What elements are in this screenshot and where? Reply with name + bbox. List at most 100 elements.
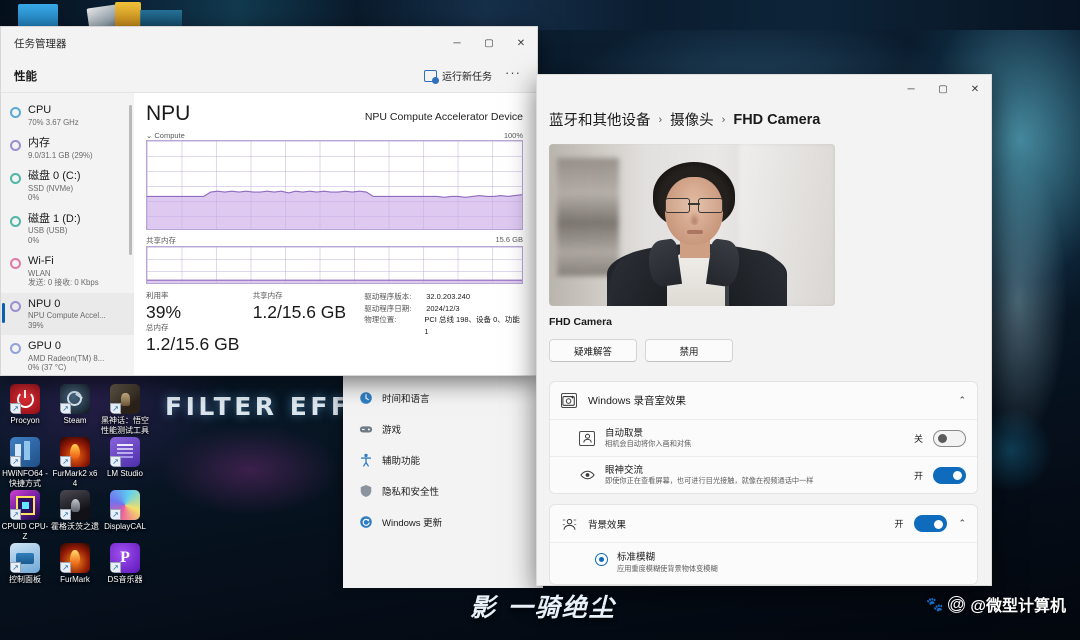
run-new-task-button[interactable]: 运行新任务 xyxy=(417,65,499,86)
sidebar-item-time-language[interactable]: 时间和语言 xyxy=(353,382,543,413)
sidebar-item-privacy-security[interactable]: 隐私和安全性 xyxy=(353,475,543,506)
studio-effects-header[interactable]: Windows 录音室效果 ⌃ xyxy=(550,382,977,419)
eye-contact-desc: 即使你正在查看屏幕，也可进行目光接触，就像在视频通话中一样 xyxy=(605,476,904,486)
sidebar-item-windows-update[interactable]: Windows 更新 xyxy=(353,506,543,537)
desktop-icon-furmark2[interactable]: ↗ FurMark2 x64 xyxy=(50,435,100,488)
sidebar-item-cpu[interactable]: CPU 70% 3.67 GHz xyxy=(1,99,134,132)
shortcut-arrow-icon: ↗ xyxy=(60,562,71,573)
desktop-icon-row: ↗ HWiNFO64 - 快捷方式 ↗ FurMark2 x64 ↗ LM St… xyxy=(0,435,150,488)
desktop-icon-wukong[interactable]: ↗ 黑神话：悟空性能测试工具 xyxy=(100,382,150,435)
eye-contact-toggle[interactable] xyxy=(933,467,966,484)
auto-framing-title: 自动取景 xyxy=(605,428,904,440)
shortcut-arrow-icon: ↗ xyxy=(60,456,71,467)
desktop-icon-procyon[interactable]: ↗ Procyon xyxy=(0,382,50,435)
window-controls: ─ ▢ ✕ xyxy=(895,75,991,103)
breadcrumb-current: FHD Camera xyxy=(733,112,820,128)
troubleshoot-button[interactable]: 疑难解答 xyxy=(549,339,637,362)
sidebar-item-npu-0[interactable]: NPU 0 NPU Compute Accel... 39% xyxy=(1,293,134,336)
task-manager-toolbar: 性能 运行新任务 ··· xyxy=(1,59,537,93)
desktop-icon-lm-studio[interactable]: ↗ LM Studio xyxy=(100,435,150,488)
auto-framing-row[interactable]: 自动取景 相机会自动将你入画和对焦 关 xyxy=(550,419,977,456)
task-manager-titlebar[interactable]: 任务管理器 ─ ▢ ✕ xyxy=(1,27,537,59)
desktop-icon-hwinfo64[interactable]: ↗ HWiNFO64 - 快捷方式 xyxy=(0,435,50,488)
background-effects-toggle[interactable] xyxy=(914,515,947,532)
sidebar-item-wifi[interactable]: Wi-Fi WLAN 发送: 0 接收: 0 Kbps xyxy=(1,250,134,293)
chevron-up-icon[interactable]: ⌃ xyxy=(958,518,966,529)
watermark-right: 🐾 @ @微型计算机 xyxy=(926,592,1066,616)
shortcut-arrow-icon: ↗ xyxy=(110,456,121,467)
desktop-icon-steam[interactable]: ↗ Steam xyxy=(50,382,100,435)
sidebar-item-memory[interactable]: 内存 9.0/31.1 GB (29%) xyxy=(1,132,134,165)
close-button[interactable]: ✕ xyxy=(959,75,991,103)
settings-titlebar[interactable]: ─ ▢ ✕ xyxy=(537,75,991,103)
close-button[interactable]: ✕ xyxy=(505,27,537,59)
background-effects-header[interactable]: 背景效果 开 ⌃ xyxy=(550,505,977,542)
standard-blur-radio[interactable] xyxy=(595,553,608,566)
settings-content: FHD Camera 疑难解答 禁用 Windows 录音室效果 ⌃ 自动取景 … xyxy=(537,144,991,585)
sidebar-item-label: 磁盘 1 (D:) xyxy=(28,213,81,227)
desktop-icon-control-panel[interactable]: ↗ 控制面板 xyxy=(0,541,50,585)
sidebar-item-sub: 70% 3.67 GHz xyxy=(28,118,79,128)
shared-memory-area-series xyxy=(147,247,522,283)
maximize-button[interactable]: ▢ xyxy=(473,27,505,59)
at-sign-icon: @ xyxy=(948,596,965,613)
sidebar-item-label: 内存 xyxy=(28,137,93,151)
desktop-icon-displaycal[interactable]: ↗ DisplayCAL xyxy=(100,488,150,541)
stat-utilization: 利用率 39% 总内存 1.2/15.6 GB xyxy=(146,291,253,355)
desktop-icon-ds-music[interactable]: ↗ DS音乐器 xyxy=(100,541,150,585)
desktop-icon-label: Procyon xyxy=(0,416,50,426)
sidebar-scrollbar[interactable] xyxy=(129,105,132,255)
physical-location-row: 物理位置: PCI 总线 198、设备 0、功能 1 xyxy=(364,314,523,337)
breadcrumb-cameras[interactable]: 摄像头 xyxy=(670,109,714,130)
standard-blur-option[interactable]: 标准模糊 应用重度模糊使背景物体变模糊 xyxy=(550,542,977,584)
tab-performance[interactable]: 性能 xyxy=(11,68,417,84)
breadcrumb-separator-icon: › xyxy=(722,114,726,126)
furmark2-icon: ↗ xyxy=(60,437,90,467)
sidebar-item-label: CPU xyxy=(28,104,79,118)
disk-indicator-icon xyxy=(10,173,21,184)
driver-date-row: 驱动程序日期: 2024/12/3 xyxy=(364,303,523,315)
sidebar-item-label: 隐私和安全性 xyxy=(382,484,439,498)
person-glasses xyxy=(665,198,723,211)
auto-framing-state: 关 xyxy=(914,432,923,445)
sidebar-item-disk-1[interactable]: 磁盘 1 (D:) USB (USB) 0% xyxy=(1,208,134,251)
person-nose xyxy=(689,212,700,225)
breadcrumb-bluetooth-devices[interactable]: 蓝牙和其他设备 xyxy=(549,109,651,130)
sidebar-item-sub2: 0% xyxy=(28,236,81,246)
driver-date-label: 驱动程序日期: xyxy=(364,303,426,315)
ds-music-icon: ↗ xyxy=(110,543,140,573)
shared-memory-value: 1.2/15.6 GB xyxy=(253,301,365,323)
desktop-icon-label: 控制面板 xyxy=(0,575,50,585)
desktop-icon-label: DS音乐器 xyxy=(100,575,150,585)
eye-contact-row[interactable]: 眼神交流 即使你正在查看屏幕，也可进行目光接触，就像在视频通话中一样 开 xyxy=(550,456,977,493)
sidebar-item-gaming[interactable]: 游戏 xyxy=(353,413,543,444)
breadcrumb-separator-icon: › xyxy=(659,114,663,126)
maximize-button[interactable]: ▢ xyxy=(927,75,959,103)
desktop-icon-hogwarts[interactable]: ↗ 霍格沃茨之遗 xyxy=(50,488,100,541)
desktop-icon-label: CPUID CPU-Z xyxy=(0,522,50,541)
more-options-button[interactable]: ··· xyxy=(499,65,527,86)
desktop-icon-furmark[interactable]: ↗ FurMark xyxy=(50,541,100,585)
total-memory-value: 1.2/15.6 GB xyxy=(146,333,253,355)
npu-indicator-icon xyxy=(10,301,21,312)
desktop-icon-label: 黑神话：悟空性能测试工具 xyxy=(100,416,150,435)
cpu-indicator-icon xyxy=(10,107,21,118)
sidebar-item-sub: NPU Compute Accel... xyxy=(28,311,106,321)
update-icon xyxy=(358,514,373,529)
sidebar-item-label: NPU 0 xyxy=(28,298,106,312)
auto-framing-toggle[interactable] xyxy=(933,430,966,447)
sidebar-item-disk-0[interactable]: 磁盘 0 (C:) SSD (NVMe) 0% xyxy=(1,165,134,208)
control-panel-icon: ↗ xyxy=(10,543,40,573)
sidebar-item-sub: 9.0/31.1 GB (29%) xyxy=(28,151,93,161)
settings-window: ─ ▢ ✕ 蓝牙和其他设备 › 摄像头 › FHD Camera xyxy=(536,74,992,586)
eye-contact-icon xyxy=(579,468,595,483)
minimize-button[interactable]: ─ xyxy=(441,27,473,59)
minimize-button[interactable]: ─ xyxy=(895,75,927,103)
disable-button[interactable]: 禁用 xyxy=(645,339,733,362)
npu-statistics: 利用率 39% 总内存 1.2/15.6 GB 共享内存 1.2/15.6 GB… xyxy=(146,291,523,355)
desktop-icon-cpuz[interactable]: ↗ CPUID CPU-Z xyxy=(0,488,50,541)
sidebar-item-accessibility[interactable]: 辅助功能 xyxy=(353,444,543,475)
chevron-up-icon[interactable]: ⌃ xyxy=(958,395,966,406)
wifi-indicator-icon xyxy=(10,258,21,269)
sidebar-item-gpu-0[interactable]: GPU 0 AMD Radeon(TM) 8... 0% (37 °C) xyxy=(1,335,134,375)
